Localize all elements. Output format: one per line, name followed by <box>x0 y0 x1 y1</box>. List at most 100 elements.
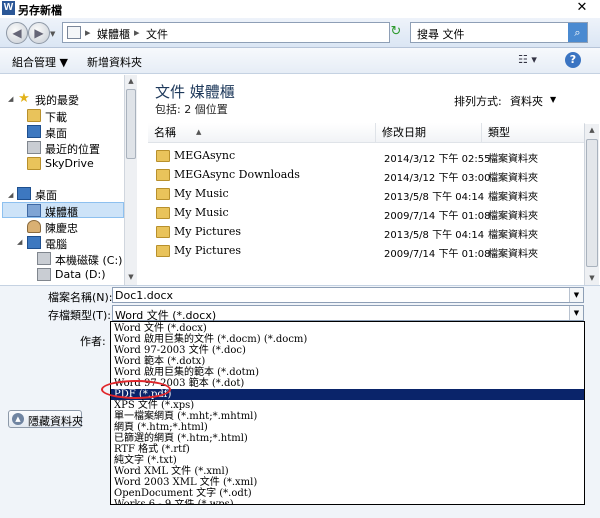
collapse-arrow-icon[interactable]: ◢ <box>17 238 22 246</box>
filetype-select[interactable]: Word 文件 (*.docx) ▼ <box>112 305 584 322</box>
filetype-option[interactable]: Word 97-2003 文件 (*.doc) <box>111 345 584 356</box>
close-icon[interactable]: ✕ <box>572 0 592 16</box>
nav-libraries[interactable]: 媒體櫃 <box>2 202 124 219</box>
filetype-option[interactable]: OpenDocument 文字 (*.odt) <box>111 488 584 499</box>
file-name: MEGAsync Downloads <box>174 168 300 181</box>
back-button[interactable]: ◀ <box>6 22 28 44</box>
chevron-down-icon[interactable]: ▼ <box>569 306 583 320</box>
breadcrumb-documents[interactable]: 文件 <box>146 26 168 42</box>
file-row[interactable]: My Pictures 2013/5/8 下午 04:14 檔案資料夾 <box>148 223 585 242</box>
file-row[interactable]: MEGAsync 2014/3/12 下午 02:55 檔案資料夾 <box>148 147 585 166</box>
nav-recent-places[interactable]: 最近的位置 <box>27 140 122 156</box>
breadcrumb-library[interactable]: 媒體櫃 <box>97 26 130 42</box>
column-header-date[interactable]: 修改日期 <box>376 123 482 143</box>
filetype-option[interactable]: 已篩選的網頁 (*.htm;*.html) <box>111 433 584 444</box>
locked-folder-icon <box>156 245 170 257</box>
file-row[interactable]: My Music 2009/7/14 下午 01:08 檔案資料夾 <box>148 204 585 223</box>
nav-scrollbar[interactable]: ▲ ▼ <box>124 75 137 285</box>
filetype-option[interactable]: RTF 格式 (*.rtf) <box>111 444 584 455</box>
filename-field[interactable]: Doc1.docx ▼ <box>112 287 584 303</box>
breadcrumb-separator[interactable]: ▸ <box>134 26 140 39</box>
file-date: 2013/5/8 下午 04:14 <box>384 192 485 203</box>
hide-folders-button[interactable]: ▲ 隱藏資料夾 <box>8 410 83 428</box>
hide-folders-label: 隱藏資料夾 <box>28 415 83 428</box>
scroll-thumb[interactable] <box>126 89 136 159</box>
file-list-scrollbar[interactable]: ▲ ▼ <box>584 124 599 285</box>
column-header-type[interactable]: 類型 <box>482 123 585 143</box>
nav-skydrive[interactable]: SkyDrive <box>27 156 122 172</box>
view-options-icon[interactable]: ☷ ▾ <box>518 53 537 66</box>
filetype-option[interactable]: Works 6 - 9 文件 (*.wps) <box>111 499 584 505</box>
help-icon[interactable]: ? <box>565 52 581 68</box>
nav-desktop[interactable]: 桌面 <box>17 186 122 202</box>
file-type: 檔案資料夾 <box>488 230 538 241</box>
file-name: My Pictures <box>174 244 241 257</box>
collapse-arrow-icon[interactable]: ◢ <box>8 191 13 199</box>
desktop-icon <box>27 125 41 138</box>
filetype-option[interactable]: Word XML 文件 (*.xml) <box>111 466 584 477</box>
filetype-option[interactable]: Word 97-2003 範本 (*.dot) <box>111 378 584 389</box>
nav-favorites[interactable]: ★ 我的最愛 <box>17 91 122 107</box>
scroll-thumb[interactable] <box>586 139 598 267</box>
search-input[interactable]: 搜尋 文件 ⌕ <box>410 22 588 43</box>
file-type: 檔案資料夾 <box>488 192 538 203</box>
new-folder-button[interactable]: 新增資料夾 <box>87 54 142 70</box>
scroll-down-icon[interactable]: ▼ <box>125 273 137 281</box>
highlight-circle <box>101 380 171 399</box>
window-title: 另存新檔 <box>18 4 62 17</box>
file-date: 2009/7/14 下午 01:08 <box>384 249 491 260</box>
column-label: 修改日期 <box>382 126 426 139</box>
filetype-option[interactable]: Word 範本 (*.dotx) <box>111 356 584 367</box>
filetype-option[interactable]: Word 啟用巨集的範本 (*.dotm) <box>111 367 584 378</box>
filetype-option[interactable]: Word 2003 XML 文件 (*.xml) <box>111 477 584 488</box>
refresh-icon[interactable]: ↻ <box>387 22 405 42</box>
nav-label: 媒體櫃 <box>45 206 78 219</box>
chevron-up-icon: ▲ <box>12 413 24 425</box>
file-row[interactable]: My Music 2013/5/8 下午 04:14 檔案資料夾 <box>148 185 585 204</box>
scroll-up-icon[interactable]: ▲ <box>585 126 599 134</box>
chevron-down-icon[interactable]: ▼ <box>569 288 583 302</box>
filetype-option[interactable]: Word 啟用巨集的文件 (*.docm) (*.docm) <box>111 334 584 345</box>
address-box[interactable]: ▸ 媒體櫃 ▸ 文件 ▼ <box>62 22 433 43</box>
chevron-down-icon[interactable]: ▼ <box>550 95 556 104</box>
filetype-option-selected[interactable]: PDF (*.pdf) <box>111 389 584 400</box>
arrange-by-dropdown[interactable]: 資料夾 <box>510 93 543 109</box>
scroll-down-icon[interactable]: ▼ <box>585 274 599 282</box>
filename-label: 檔案名稱(N): <box>48 291 113 304</box>
forward-button[interactable]: ▶ <box>28 22 50 44</box>
nav-drive-d[interactable]: Data (D:) <box>37 267 124 283</box>
author-label: 作者: <box>80 335 106 348</box>
library-locations[interactable]: 包括: 2 個位置 <box>155 101 228 117</box>
collapse-arrow-icon[interactable]: ◢ <box>8 95 13 103</box>
address-bar-area: ◀ ▶ ▼ ▸ 媒體櫃 ▸ 文件 ▼ ↻ 搜尋 文件 ⌕ <box>0 18 600 48</box>
nav-user[interactable]: 陳慶忠 <box>27 219 122 235</box>
file-row[interactable]: MEGAsync Downloads 2014/3/12 下午 03:00 檔案… <box>148 166 585 185</box>
scroll-up-icon[interactable]: ▲ <box>125 77 137 85</box>
organize-button[interactable]: 組合管理 ▼ <box>12 54 68 70</box>
nav-label: 電腦 <box>45 238 67 251</box>
command-bar: 組合管理 ▼ 新增資料夾 ☷ ▾ ? <box>0 48 600 74</box>
nav-label: 下載 <box>45 111 67 124</box>
library-title: 文件 媒體櫃 <box>155 83 235 101</box>
nav-computer[interactable]: 電腦 <box>27 235 122 251</box>
search-icon[interactable]: ⌕ <box>568 23 587 42</box>
filename-value: Doc1.docx <box>115 289 174 302</box>
drive-icon <box>37 252 51 265</box>
user-icon <box>27 220 41 233</box>
nav-downloads[interactable]: 下載 <box>27 108 122 124</box>
column-header-name[interactable]: 名稱 ▲ <box>148 123 376 143</box>
filetype-option[interactable]: Word 文件 (*.docx) <box>111 323 584 334</box>
file-row[interactable]: My Pictures 2009/7/14 下午 01:08 檔案資料夾 <box>148 242 585 261</box>
file-date: 2013/5/8 下午 04:14 <box>384 230 485 241</box>
filetype-option[interactable]: XPS 文件 (*.xps) <box>111 400 584 411</box>
recent-locations-drop-icon[interactable]: ▼ <box>50 30 55 38</box>
locked-folder-icon <box>156 207 170 219</box>
breadcrumb-separator[interactable]: ▸ <box>85 26 91 39</box>
navigation-pane: ◢ ★ 我的最愛 下載 桌面 最近的位置 SkyDrive ◢ 桌面 媒體櫃 陳… <box>0 75 137 285</box>
filetype-option[interactable]: 純文字 (*.txt) <box>111 455 584 466</box>
file-type: 檔案資料夾 <box>488 173 538 184</box>
filetype-option[interactable]: 網頁 (*.htm;*.html) <box>111 422 584 433</box>
nav-drive-c[interactable]: 本機磁碟 (C:) <box>37 251 124 267</box>
nav-desktop-favorite[interactable]: 桌面 <box>27 124 122 140</box>
filetype-option[interactable]: 單一檔案網頁 (*.mht;*.mhtml) <box>111 411 584 422</box>
